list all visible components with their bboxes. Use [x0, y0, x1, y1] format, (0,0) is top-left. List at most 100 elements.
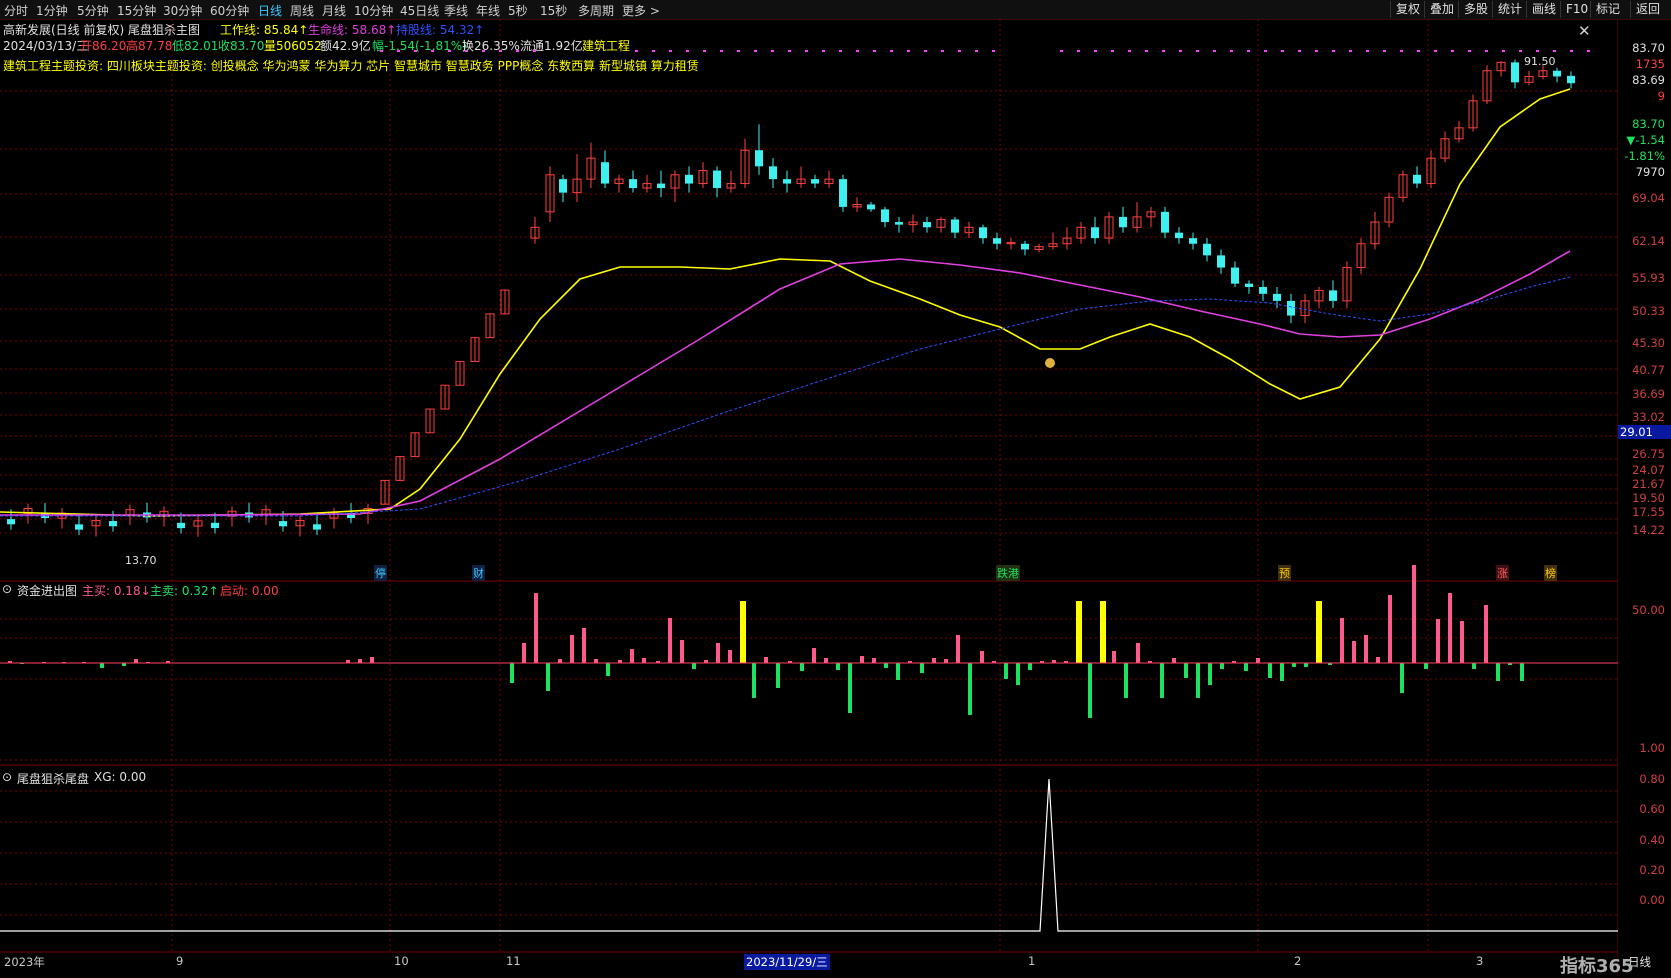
candle-body: [1119, 216, 1127, 228]
money-flow-bar: [1436, 619, 1440, 663]
min-price-label: 13.70: [125, 554, 157, 567]
signal-dot: [1502, 50, 1505, 52]
signal-dot: [533, 50, 536, 52]
money-flow-bar: [956, 635, 960, 663]
signal-dot: [1536, 50, 1539, 52]
money-flow-bar: [630, 649, 634, 663]
signal-dot: [1179, 50, 1182, 52]
panel2-collapse-icon[interactable]: ⊙: [2, 582, 12, 596]
overlay-button[interactable]: 叠加: [1424, 1, 1459, 18]
signal-dot: [652, 50, 655, 52]
money-flow-bar: [1304, 663, 1308, 667]
signal-dot: [873, 50, 876, 52]
date-tick: 11: [506, 954, 521, 968]
candle-body: [993, 238, 1001, 244]
signal-dot: [737, 50, 740, 52]
money-flow-bar: [1520, 663, 1524, 681]
signal-dot: [1230, 50, 1233, 52]
signal-dot: [1417, 50, 1420, 52]
tab-multi-period[interactable]: 多周期: [578, 2, 614, 19]
signal-dot: [788, 50, 791, 52]
axis-tick: 33.02: [1632, 410, 1665, 424]
tab-weekly[interactable]: 周线: [290, 2, 314, 19]
money-flow-bar: [100, 663, 104, 668]
signal-dot: [431, 50, 434, 52]
signal-dot: [635, 50, 638, 52]
money-flow-bar: [1400, 663, 1404, 693]
signal-marker: 榜: [1544, 565, 1557, 581]
candle-body: [1567, 75, 1575, 84]
money-flow-bar: [1424, 663, 1428, 669]
tab-60min[interactable]: 60分钟: [210, 2, 249, 19]
tab-monthly[interactable]: 月线: [322, 2, 346, 19]
candle-body: [1203, 243, 1211, 256]
tab-10min[interactable]: 10分钟: [354, 2, 393, 19]
tab-yearly[interactable]: 年线: [476, 2, 500, 19]
money-flow-bar: [546, 663, 550, 691]
money-flow-bar: [800, 663, 804, 671]
tab-daily[interactable]: 日线: [258, 2, 282, 19]
tab-5sec[interactable]: 5秒: [508, 2, 528, 19]
signal-dot: [924, 50, 927, 52]
signal-dot: [1434, 50, 1437, 52]
candle-body: [1231, 267, 1239, 284]
money-flow-bar: [884, 663, 888, 668]
candle-body: [881, 209, 889, 223]
statistics-button[interactable]: 统计: [1492, 1, 1527, 18]
signal-dot: [1247, 50, 1250, 52]
money-flow-bar: [1136, 643, 1140, 663]
tab-30min[interactable]: 30分钟: [163, 2, 202, 19]
money-flow-bar: [716, 643, 720, 663]
candle-body: [811, 179, 819, 184]
candle-body: [211, 522, 219, 529]
money-flow-bar: [1160, 663, 1164, 698]
multi-stock-button[interactable]: 多股: [1458, 1, 1493, 18]
axis-tick: 14.22: [1632, 523, 1665, 537]
signal-dot: [1315, 50, 1318, 52]
axis-tick: -1.81%: [1624, 149, 1665, 163]
signal-dot: [1468, 50, 1471, 52]
candle-body: [1245, 283, 1253, 288]
panel2-title[interactable]: 资金进出图: [17, 582, 77, 599]
cursor-date: 2023/11/29/三: [744, 954, 830, 970]
restore-rights-button[interactable]: 复权: [1390, 1, 1425, 18]
money-flow-bar: [1172, 658, 1176, 663]
signal-marker: 预: [1278, 565, 1291, 581]
candle-body: [1287, 300, 1295, 316]
money-flow-bar: [1256, 658, 1260, 663]
tab-15sec[interactable]: 15秒: [540, 2, 567, 19]
signal-dot: [822, 50, 825, 52]
money-flow-bar: [510, 663, 514, 683]
tab-quarterly[interactable]: 季线: [444, 2, 468, 19]
tab-1min[interactable]: 1分钟: [36, 2, 68, 19]
money-flow-bar: [776, 663, 780, 688]
back-button[interactable]: 返回: [1630, 1, 1665, 18]
tab-more[interactable]: 更多 >: [622, 2, 660, 19]
mark-button[interactable]: 标记: [1590, 1, 1625, 18]
money-flow-bar: [1472, 663, 1476, 669]
money-flow-bar: [968, 663, 972, 715]
signal-marker: 涨: [1496, 565, 1509, 581]
signal-dot: [754, 50, 757, 52]
money-flow-bar: [570, 635, 574, 663]
draw-line-button[interactable]: 画线: [1526, 1, 1561, 18]
tab-15min[interactable]: 15分钟: [117, 2, 156, 19]
signal-dot: [380, 50, 383, 52]
panel3-collapse-icon[interactable]: ⊙: [2, 770, 12, 784]
candle-body: [601, 162, 609, 184]
panel3-title[interactable]: 尾盘狙杀尾盘: [17, 770, 89, 787]
tab-fenshi[interactable]: 分时: [4, 2, 28, 19]
money-flow-bar: [1388, 595, 1392, 663]
f10-button[interactable]: F10: [1560, 1, 1593, 18]
signal-dot: [1213, 50, 1216, 52]
date-tick: 2: [1294, 954, 1302, 968]
signal-marker: 财: [472, 565, 485, 581]
money-flow-bar: [860, 656, 864, 663]
signal-marker: 跌港: [996, 565, 1020, 581]
date-tick: 3: [1476, 954, 1484, 968]
signal-dot: [907, 50, 910, 52]
signal-dot: [499, 50, 502, 52]
chart-area: [0, 19, 1618, 976]
tab-5min[interactable]: 5分钟: [77, 2, 109, 19]
tab-45day[interactable]: 45日线: [400, 2, 439, 19]
